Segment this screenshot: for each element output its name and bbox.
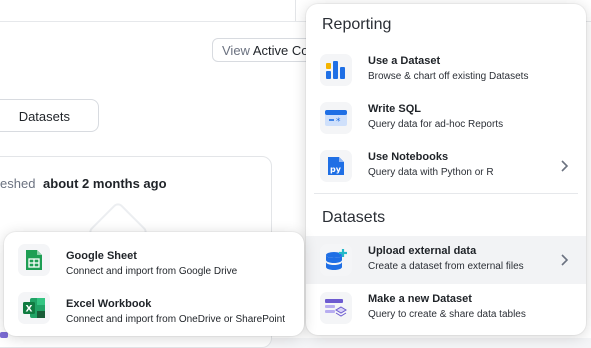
upload-external-data-subtitle: Create a dataset from external files bbox=[368, 261, 524, 272]
upload-source-submenu: Google Sheet Connect and import from Goo… bbox=[4, 232, 304, 336]
use-dataset-subtitle: Browse & chart off existing Datasets bbox=[368, 71, 529, 82]
datasets-section-title: Datasets bbox=[322, 209, 386, 226]
google-sheet-subtitle: Connect and import from Google Drive bbox=[66, 266, 238, 277]
svg-text:X: X bbox=[26, 305, 33, 315]
database-add-icon bbox=[320, 244, 352, 276]
upload-external-data-title: Upload external data bbox=[368, 245, 477, 257]
use-notebooks-subtitle: Query data with Python or R bbox=[368, 167, 494, 178]
datasets-tab[interactable]: Datasets bbox=[0, 99, 99, 132]
make-new-dataset-subtitle: Query to create & share data tables bbox=[368, 309, 526, 320]
chevron-right-icon bbox=[561, 254, 569, 266]
view-value: Active Co bbox=[252, 43, 309, 58]
excel-workbook-subtitle: Connect and import from OneDrive or Shar… bbox=[66, 314, 285, 325]
python-file-icon: py bbox=[320, 150, 352, 182]
svg-text:*: * bbox=[336, 117, 341, 127]
make-new-dataset-item[interactable]: Make a new Dataset Query to create & sha… bbox=[306, 284, 586, 332]
use-dataset-title: Use a Dataset bbox=[368, 55, 441, 67]
excel-workbook-item[interactable]: X Excel Workbook Connect and import from… bbox=[4, 284, 304, 332]
use-notebooks-title: Use Notebooks bbox=[368, 151, 449, 163]
reporting-section-title: Reporting bbox=[322, 16, 392, 33]
make-new-dataset-title: Make a new Dataset bbox=[368, 293, 472, 305]
write-sql-subtitle: Query data for ad-hoc Reports bbox=[368, 119, 504, 130]
view-label: View bbox=[222, 43, 250, 58]
sql-editor-icon: * bbox=[320, 102, 352, 134]
refreshed-label: eshed bbox=[0, 176, 36, 191]
use-notebooks-item[interactable]: py Use Notebooks Query data with Python … bbox=[306, 142, 586, 190]
use-dataset-item[interactable]: Use a Dataset Browse & chart off existin… bbox=[306, 46, 586, 94]
refreshed-value: about 2 months ago bbox=[43, 176, 167, 191]
menu-divider bbox=[314, 193, 578, 194]
table-stack-icon bbox=[320, 292, 352, 324]
google-sheets-icon bbox=[18, 244, 50, 276]
upload-external-data-item[interactable]: Upload external data Create a dataset fr… bbox=[306, 236, 586, 284]
avatar-chip bbox=[0, 332, 8, 338]
excel-workbook-title: Excel Workbook bbox=[66, 298, 152, 310]
chevron-right-icon bbox=[561, 160, 569, 172]
bar-chart-icon bbox=[320, 54, 352, 86]
top-bar-divider bbox=[295, 0, 296, 21]
excel-icon: X bbox=[18, 292, 50, 324]
svg-text:py: py bbox=[330, 165, 342, 174]
refreshed-info: eshed about 2 months ago bbox=[0, 177, 167, 191]
write-sql-title: Write SQL bbox=[368, 103, 421, 115]
google-sheet-title: Google Sheet bbox=[66, 250, 137, 262]
google-sheet-item[interactable]: Google Sheet Connect and import from Goo… bbox=[4, 236, 304, 284]
write-sql-item[interactable]: * Write SQL Query data for ad-hoc Report… bbox=[306, 94, 586, 142]
new-content-menu: Reporting Use a Dataset Browse & chart o… bbox=[306, 4, 586, 335]
